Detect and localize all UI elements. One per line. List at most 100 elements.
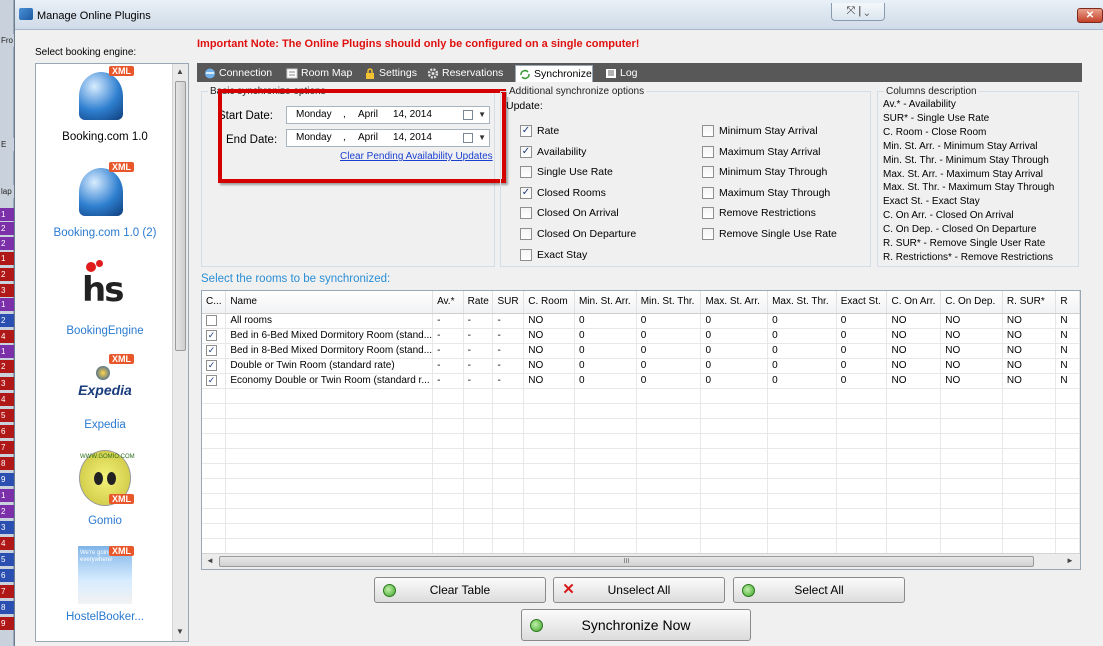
checkbox[interactable] [520, 207, 532, 220]
checkbox[interactable]: ✓ [206, 374, 217, 386]
table-row[interactable]: ✓ Economy Double or Twin Room (standard r… [202, 373, 1080, 389]
checkbox[interactable]: ✓ [206, 359, 217, 371]
tab-settings[interactable]: Settings [361, 65, 417, 82]
grid-cell: 0 [836, 313, 888, 329]
empty-row [202, 463, 1080, 479]
checkbox[interactable] [520, 228, 532, 240]
tab-room-map[interactable]: Room Map [283, 65, 352, 82]
table-row[interactable]: ✓ Bed in 6-Bed Mixed Dormitory Room (stan… [202, 328, 1080, 344]
update-option-maximum-stay-through[interactable]: Maximum Stay Through [702, 186, 830, 200]
grid-column-header[interactable]: Av.* [432, 291, 464, 314]
engine-label: Booking.com 1.0 [62, 131, 148, 143]
update-option-rate[interactable]: ✓ Rate [520, 125, 559, 138]
update-option-closed-on-arrival[interactable]: Closed On Arrival [520, 207, 619, 220]
update-option-maximum-stay-arrival[interactable]: Maximum Stay Arrival [702, 145, 821, 159]
checkbox[interactable] [206, 314, 217, 326]
engine-item-booking-com-2[interactable]: XML Booking.com 1.0 (2) [36, 162, 174, 240]
grid-column-header[interactable]: R [1055, 291, 1080, 314]
green-circle-icon [530, 619, 543, 632]
update-option-closed-on-departure[interactable]: Closed On Departure [520, 228, 636, 241]
grid-column-header[interactable]: C. On Dep. [940, 291, 1003, 314]
engine-item-expedia[interactable]: XML Expedia Expedia [36, 354, 174, 432]
engine-item-booking-com[interactable]: XML Booking.com 1.0 [36, 66, 174, 144]
update-option-exact-stay[interactable]: Exact Stay [520, 248, 587, 262]
checkbox[interactable] [702, 145, 714, 158]
update-option-availability[interactable]: ✓ Availability [520, 145, 586, 159]
connection-icon [204, 68, 216, 79]
update-option-remove-restrictions[interactable]: Remove Restrictions [702, 207, 816, 220]
update-label: Update: [506, 100, 543, 112]
grid-cell: - [432, 343, 464, 359]
update-option-minimum-stay-arrival[interactable]: Minimum Stay Arrival [702, 125, 818, 138]
row-checkbox-cell[interactable]: ✓ [202, 343, 227, 359]
empty-row [202, 493, 1080, 509]
background-strip-cell: 1 [0, 345, 14, 358]
grid-column-header[interactable]: SUR [492, 291, 525, 314]
background-strip-cell: 4 [0, 537, 14, 550]
synchronize-now-button[interactable]: Synchronize Now [521, 609, 751, 641]
checkbox[interactable] [702, 125, 714, 137]
grid-horizontal-scrollbar[interactable]: ◄ III ► [202, 553, 1080, 569]
grid-column-header[interactable]: Name [225, 291, 434, 314]
column-description-line: C. On Dep. - Closed On Departure [883, 224, 1037, 236]
grid-column-header[interactable]: C. On Arr. [886, 291, 942, 314]
column-description-line: Min. St. Thr. - Minimum Stay Through [883, 154, 1049, 166]
checkbox[interactable] [702, 186, 714, 199]
row-checkbox-cell[interactable]: ✓ [202, 373, 227, 389]
checkbox[interactable] [520, 166, 532, 179]
clear-table-button[interactable]: Clear Table [374, 577, 546, 603]
table-row[interactable]: ✓ Double or Twin Room (standard rate) - - - N… [202, 358, 1080, 374]
close-button[interactable]: ✕ [1077, 8, 1103, 23]
update-option-closed-rooms[interactable]: ✓ Closed Rooms [520, 186, 606, 200]
row-checkbox-cell[interactable]: ✓ [202, 358, 227, 374]
grid-column-header[interactable]: Min. St. Thr. [636, 291, 702, 314]
engine-item-bookingengine[interactable]: hs BookingEngine [36, 260, 174, 338]
grid-column-header[interactable]: Exact St. [836, 291, 888, 314]
checkbox[interactable] [702, 207, 714, 220]
tab-synchronize[interactable]: Synchronize [515, 65, 593, 82]
grid-column-header[interactable]: R. SUR* [1002, 291, 1057, 314]
table-row[interactable]: ✓ Bed in 8-Bed Mixed Dormitory Room (stan… [202, 343, 1080, 359]
checkbox[interactable] [702, 228, 714, 240]
engine-list-scrollbar[interactable]: ▲ ▼ [172, 64, 188, 641]
select-all-button[interactable]: Select All [733, 577, 905, 603]
row-checkbox-cell[interactable] [202, 313, 227, 329]
grid-column-header[interactable]: Min. St. Arr. [574, 291, 637, 314]
tab-log[interactable]: Log [602, 65, 638, 82]
grid-cell: - [492, 343, 525, 359]
checkbox[interactable]: ✓ [206, 344, 217, 356]
grid-column-header[interactable]: Rate [463, 291, 494, 314]
engine-item-gomio[interactable]: WWW.GOMIO.COM XML Gomio [36, 450, 174, 528]
checkbox[interactable]: ✓ [520, 125, 532, 137]
checkbox[interactable] [520, 248, 532, 261]
checkbox[interactable] [702, 166, 714, 179]
grid-column-header[interactable]: C... [202, 291, 227, 314]
grid-cell: NO [1002, 328, 1057, 344]
unselect-all-button[interactable]: ✕ Unselect All [553, 577, 725, 603]
grid-cell: 0 [636, 343, 702, 359]
tab-connection[interactable]: Connection [201, 65, 272, 82]
restore-down-icon[interactable]: ⤧ | ⌄ [831, 3, 885, 21]
engine-item-hostelbooker[interactable]: We're going everywhere! XML HostelBooker… [36, 546, 174, 624]
update-option-minimum-stay-through[interactable]: Minimum Stay Through [702, 166, 827, 179]
checkbox[interactable]: ✓ [520, 145, 532, 158]
checkbox[interactable]: ✓ [520, 186, 532, 199]
update-option-single-use-rate[interactable]: Single Use Rate [520, 166, 613, 179]
background-strip-cell: 6 [0, 425, 14, 438]
grid-column-header[interactable]: Max. St. Arr. [700, 291, 769, 314]
grid-column-header[interactable]: C. Room [523, 291, 575, 314]
row-checkbox-cell[interactable]: ✓ [202, 328, 227, 344]
column-description-line: R. Restrictions* - Remove Restrictions [883, 251, 1054, 263]
table-row[interactable]: All rooms - - - NO 0 0 0 0 0 NO NO NO N [202, 313, 1080, 329]
tab-reservations[interactable]: Reservations [424, 65, 503, 82]
engine-list[interactable]: XML Booking.com 1.0 XML Booking.com 1.0 … [35, 63, 189, 642]
empty-row [202, 538, 1080, 554]
column-description-line: C. Room - Close Room [883, 126, 987, 138]
checkbox[interactable]: ✓ [206, 329, 217, 341]
grid-cell: 0 [767, 313, 837, 329]
rooms-grid[interactable]: C... Name Av.* Rate SUR C. Room Min. St. Arr. M… [201, 290, 1081, 570]
update-option-remove-single-use-rate[interactable]: Remove Single Use Rate [702, 228, 837, 241]
grid-column-header[interactable]: Max. St. Thr. [767, 291, 837, 314]
grid-cell: 0 [700, 313, 769, 329]
grid-cell: 0 [700, 358, 769, 374]
